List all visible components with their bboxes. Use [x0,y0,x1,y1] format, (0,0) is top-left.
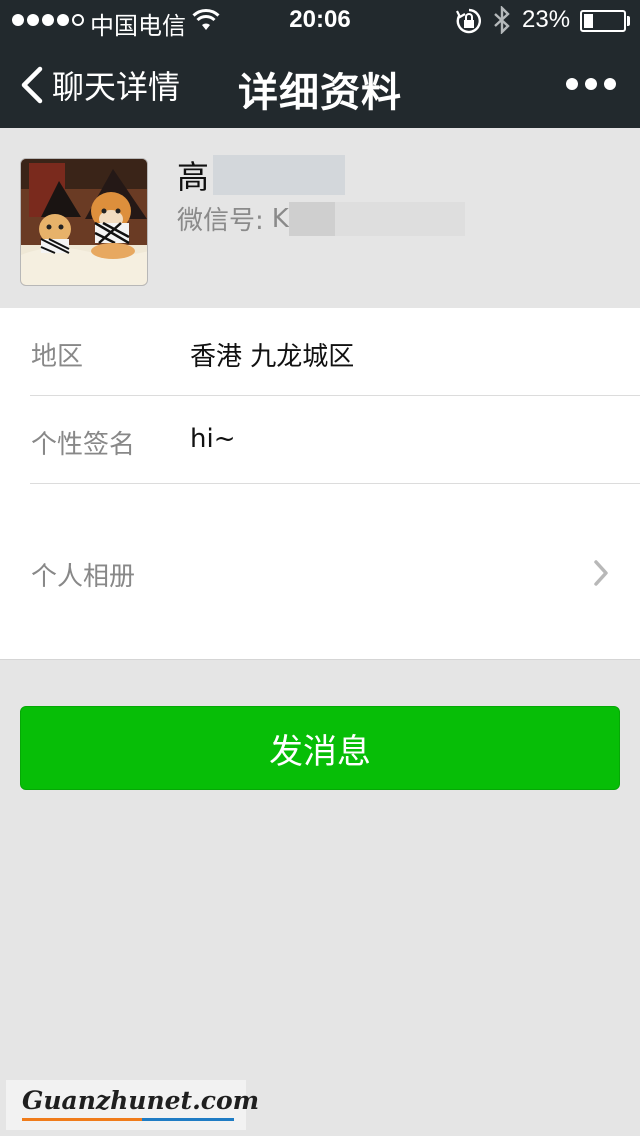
watermark-underline [142,1118,234,1121]
page-title: 详细资料 [238,70,402,116]
photo-album-label: 个人相册 [31,562,136,592]
status-bar: 中国电信 20:06 23% [0,0,640,40]
more-dot-icon [566,78,578,90]
wechat-id: 微信号: K [177,200,465,237]
more-options-button[interactable] [566,78,616,90]
battery-tip [627,16,630,26]
profile-header: 高 微信号: K [0,128,640,308]
wechat-id-redaction [334,201,465,236]
signature-value: hi~ [190,424,236,454]
avatar[interactable] [20,158,148,286]
send-message-button[interactable]: 发消息 [20,706,620,790]
contact-name-text: 高 [177,158,210,196]
navigation-bar: 聊天详情 详细资料 [0,40,640,128]
chevron-right-icon [594,560,608,586]
watermark-underline [22,1118,142,1121]
more-dot-icon [604,78,616,90]
rotation-lock-icon [456,8,481,34]
list-item-photo-album[interactable]: 个人相册 [0,484,640,660]
profile-details-screen: 中国电信 20:06 23% 聊天详情 详细资料 高 微信号: K 地区 香港 … [0,0,640,1136]
battery-icon [580,10,626,32]
bluetooth-icon [494,6,510,34]
wechat-id-label: 微信号: [177,206,264,236]
battery-percentage: 23% [522,6,571,33]
contact-name: 高 [177,152,346,198]
list-item-signature: 个性签名 hi~ [0,396,640,484]
watermark-text: Guanzhunet.com [22,1086,260,1115]
region-label: 地区 [31,342,84,372]
avatar-dogs-image [21,159,147,285]
wechat-id-redaction [288,201,335,236]
more-dot-icon [585,78,597,90]
signature-label: 个性签名 [31,430,136,460]
watermark: Guanzhunet.com [6,1080,259,1130]
wechat-id-text: K [271,203,289,234]
list-item-region: 地区 香港 九龙城区 [0,308,640,396]
top-bar: 中国电信 20:06 23% 聊天详情 详细资料 [0,0,640,128]
info-list: 地区 香港 九龙城区 个性签名 hi~ 个人相册 [0,308,640,660]
region-value: 香港 九龙城区 [190,342,355,372]
name-redaction [213,155,346,195]
